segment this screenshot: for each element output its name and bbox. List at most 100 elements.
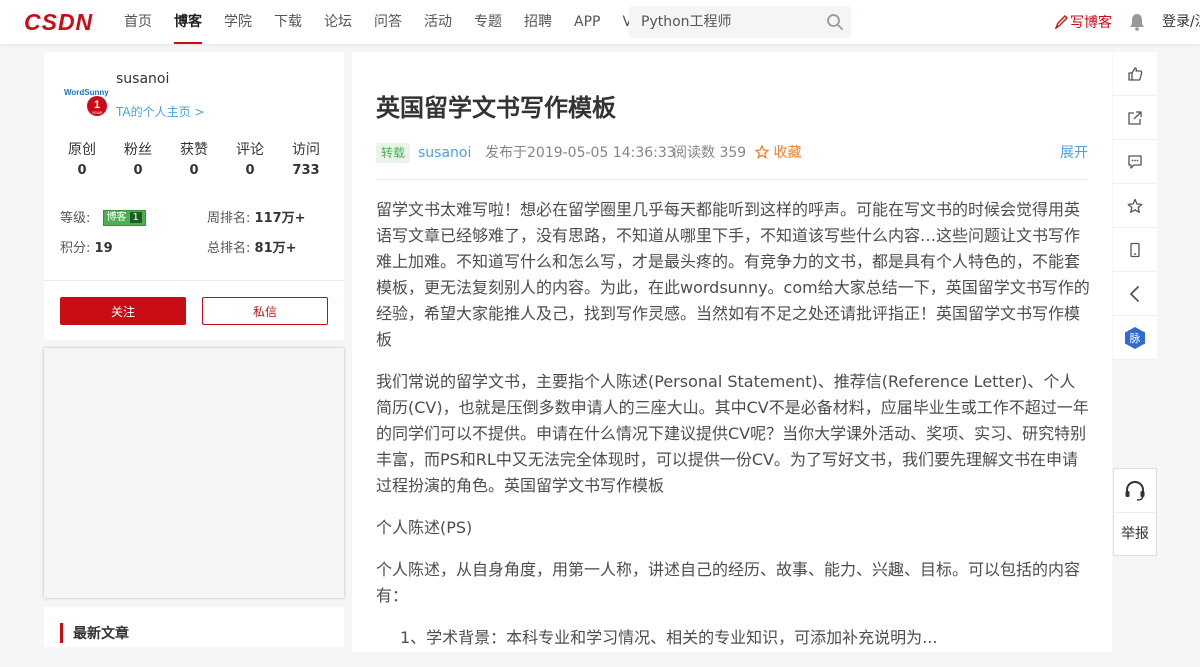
bell-icon[interactable] (1129, 13, 1145, 31)
mobile-view-button[interactable] (1113, 228, 1157, 272)
author-profile-card: WordSunny 1 YEAR susanoi TA的个人主页 > 原创 0 … (44, 52, 344, 340)
headset-icon (1125, 480, 1145, 501)
stat-value: 733 (292, 163, 320, 178)
nav-topics[interactable]: 专题 (463, 0, 513, 44)
stat-fans: 粉丝 0 (110, 140, 166, 182)
points-row: 积分: 19 (60, 237, 113, 256)
week-rank-value: 117万+ (254, 211, 306, 226)
nav-blog[interactable]: 博客 (163, 0, 213, 44)
write-blog-label: 写博客 (1070, 15, 1112, 31)
article-toolbar: 脉 (1113, 52, 1157, 360)
author-stats: 原创 0 粉丝 0 获赞 0 评论 0 访问 733 (54, 140, 334, 182)
stat-label: 访问 (292, 142, 320, 158)
bookmark-button[interactable] (1113, 184, 1157, 228)
stat-label: 粉丝 (124, 142, 152, 158)
expand-link[interactable]: 展开 (1060, 142, 1088, 164)
advertisement-placeholder[interactable] (44, 348, 344, 598)
nav-academy[interactable]: 学院 (213, 0, 263, 44)
comment-icon (1128, 154, 1142, 169)
points-value: 19 (94, 241, 113, 256)
search-icon[interactable] (826, 13, 844, 31)
mai-icon: 脉 (1125, 326, 1145, 349)
article-meta: 转载 susanoi 发布于2019-05-05 14:36:33 阅读数 35… (376, 142, 1088, 164)
favorite-button[interactable]: 收藏 (754, 142, 802, 164)
report-button[interactable]: 举报 (1114, 513, 1156, 555)
week-rank-row: 周排名: 117万+ (207, 207, 306, 226)
write-blog-button[interactable]: 写博客 (1054, 12, 1112, 32)
nav-events[interactable]: 活动 (413, 0, 463, 44)
author-username[interactable]: susanoi (116, 71, 169, 87)
total-rank-value: 81万+ (254, 241, 297, 256)
customer-service-button[interactable] (1114, 469, 1156, 513)
article-paragraph: 留学文书太难写啦！想必在留学圈里几乎每天都能听到这样的呼声。可能在写文书的时候会… (376, 200, 1090, 349)
follow-button[interactable]: 关注 (60, 297, 186, 325)
login-link[interactable]: 登录/注册 (1162, 0, 1200, 44)
level-badge-num: 1 (129, 211, 142, 223)
total-rank-label: 总排名: (207, 241, 251, 256)
csdn-logo[interactable]: CSDN (24, 9, 104, 35)
stat-value: 0 (245, 163, 255, 178)
pen-icon (1054, 15, 1068, 29)
stat-likes: 获赞 0 (166, 140, 222, 182)
article-body: 留学文书太难写啦！想必在留学圈里几乎每天都能听到这样的呼声。可能在写文书的时候会… (376, 197, 1090, 667)
svg-text:WordSunny: WordSunny (64, 88, 109, 97)
latest-articles-title: 最新文章 (60, 623, 129, 643)
stat-visits: 访问 733 (278, 140, 334, 182)
profile-divider (44, 280, 344, 281)
collapse-button[interactable] (1113, 272, 1157, 316)
points-label: 积分: (60, 241, 91, 256)
read-count: 阅读数 359 (673, 145, 747, 161)
stat-comments: 评论 0 (222, 140, 278, 182)
svg-text:YEAR: YEAR (92, 110, 103, 115)
author-homepage-link[interactable]: TA的个人主页 > (116, 103, 204, 120)
nav-jobs[interactable]: 招聘 (513, 0, 563, 44)
avatar[interactable]: WordSunny 1 YEAR (62, 72, 110, 120)
week-rank-label: 周排名: (207, 211, 251, 226)
svg-text:CSDN: CSDN (24, 9, 93, 35)
article-paragraph: 1、学术背景：本科专业和学习情况、相关的专业知识，可添加补充说明为... (400, 628, 938, 647)
nav-qa[interactable]: 问答 (363, 0, 413, 44)
thumbs-up-icon (1128, 66, 1143, 81)
top-navigation-bar: CSDN 首页 博客 学院 下载 论坛 问答 活动 专题 招聘 APP VIP会… (0, 0, 1200, 44)
mobile-icon (1130, 242, 1140, 257)
comment-button[interactable] (1113, 140, 1157, 184)
search-input[interactable] (629, 6, 851, 38)
level-label: 等级: (60, 211, 91, 226)
main-nav: 首页 博客 学院 下载 论坛 问答 活动 专题 招聘 APP VIP会员 (113, 0, 684, 44)
article-panel: 英国留学文书写作模板 转载 susanoi 发布于2019-05-05 14:3… (352, 52, 1112, 652)
stat-value: 0 (133, 163, 143, 178)
article-paragraph: 个人陈述(PS) (376, 518, 473, 537)
stat-label: 原创 (68, 142, 96, 158)
nav-download[interactable]: 下载 (263, 0, 313, 44)
repost-tag: 转载 (376, 143, 411, 163)
support-panel: 举报 (1113, 468, 1157, 556)
star-outline-icon (754, 144, 770, 159)
level-row: 等级: 博客 1 (60, 207, 146, 227)
article-paragraph: 我们常说的留学文书，主要指个人陈述(Personal Statement)、推荐… (376, 372, 1089, 495)
level-badge[interactable]: 博客 1 (102, 209, 146, 226)
meta-divider (376, 179, 1088, 180)
like-button[interactable] (1113, 52, 1157, 96)
publish-date: 发布于2019-05-05 14:36:33 (485, 145, 676, 161)
share-button[interactable] (1113, 96, 1157, 140)
mai-button[interactable]: 脉 (1113, 316, 1157, 360)
star-icon (1127, 198, 1143, 213)
nav-app[interactable]: APP (563, 0, 611, 44)
article-author-link[interactable]: susanoi (418, 142, 471, 164)
stat-original: 原创 0 (54, 140, 110, 182)
private-message-button[interactable]: 私信 (202, 297, 328, 325)
stat-value: 0 (77, 163, 87, 178)
favorite-label: 收藏 (773, 145, 802, 161)
stat-value: 0 (189, 163, 199, 178)
share-icon (1128, 110, 1142, 125)
stat-label: 评论 (236, 142, 264, 158)
nav-home[interactable]: 首页 (113, 0, 163, 44)
nav-forum[interactable]: 论坛 (313, 0, 363, 44)
chevron-left-icon (1129, 285, 1139, 302)
article-title: 英国留学文书写作模板 (376, 94, 616, 122)
svg-text:脉: 脉 (1130, 331, 1141, 345)
total-rank-row: 总排名: 81万+ (207, 237, 297, 256)
article-paragraph: 个人陈述，从自身角度，用第一人称，讲述自己的经历、故事、能力、兴趣、目标。可以包… (376, 560, 1081, 605)
latest-articles-card: 最新文章 (44, 607, 344, 647)
stat-label: 获赞 (180, 142, 208, 158)
